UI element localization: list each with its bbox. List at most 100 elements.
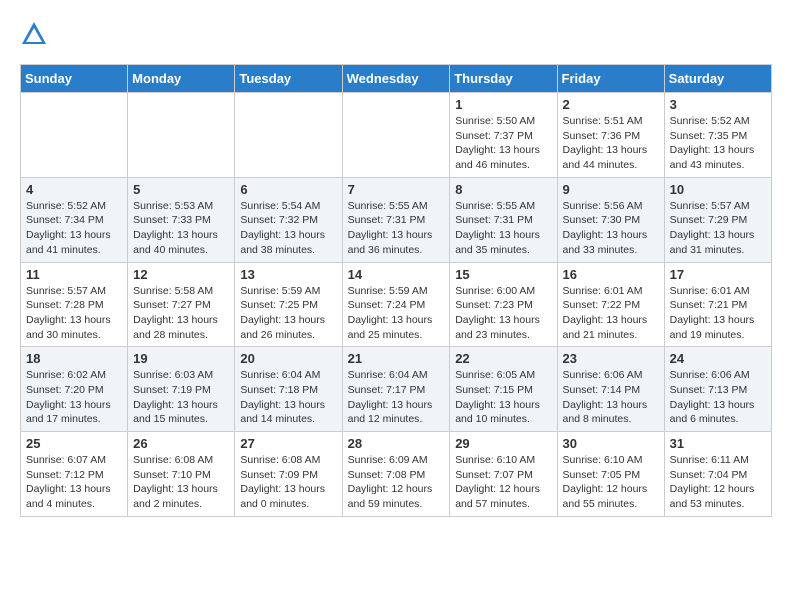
- weekday-header-tuesday: Tuesday: [235, 65, 342, 93]
- day-cell: 19 Sunrise: 6:03 AMSunset: 7:19 PMDayligh…: [128, 347, 235, 432]
- day-number: 2: [563, 97, 659, 112]
- weekday-header-row: SundayMondayTuesdayWednesdayThursdayFrid…: [21, 65, 772, 93]
- day-info: Sunrise: 6:09 AMSunset: 7:08 PMDaylight:…: [348, 453, 445, 512]
- day-cell: 30 Sunrise: 6:10 AMSunset: 7:05 PMDayligh…: [557, 432, 664, 517]
- day-number: 16: [563, 267, 659, 282]
- weekday-header-monday: Monday: [128, 65, 235, 93]
- day-number: 1: [455, 97, 551, 112]
- day-number: 14: [348, 267, 445, 282]
- day-cell: 12 Sunrise: 5:58 AMSunset: 7:27 PMDayligh…: [128, 262, 235, 347]
- day-cell: 10 Sunrise: 5:57 AMSunset: 7:29 PMDayligh…: [664, 177, 771, 262]
- day-cell: 27 Sunrise: 6:08 AMSunset: 7:09 PMDayligh…: [235, 432, 342, 517]
- week-row-1: 1 Sunrise: 5:50 AMSunset: 7:37 PMDaylight…: [21, 93, 772, 178]
- day-info: Sunrise: 5:56 AMSunset: 7:30 PMDaylight:…: [563, 199, 659, 258]
- day-number: 26: [133, 436, 229, 451]
- day-number: 20: [240, 351, 336, 366]
- day-info: Sunrise: 5:55 AMSunset: 7:31 PMDaylight:…: [455, 199, 551, 258]
- day-info: Sunrise: 6:04 AMSunset: 7:17 PMDaylight:…: [348, 368, 445, 427]
- day-cell: 22Sunrise: 6:05 AMSunset: 7:15 PMDayligh…: [450, 347, 557, 432]
- day-info: Sunrise: 6:03 AMSunset: 7:19 PMDaylight:…: [133, 368, 229, 427]
- day-cell: 2 Sunrise: 5:51 AMSunset: 7:36 PMDaylight…: [557, 93, 664, 178]
- weekday-header-wednesday: Wednesday: [342, 65, 450, 93]
- day-info: Sunrise: 6:05 AMSunset: 7:15 PMDaylight:…: [455, 368, 551, 427]
- day-cell: 6Sunrise: 5:54 AMSunset: 7:32 PMDaylight…: [235, 177, 342, 262]
- day-info: Sunrise: 6:08 AMSunset: 7:10 PMDaylight:…: [133, 453, 229, 512]
- day-info: Sunrise: 5:57 AMSunset: 7:29 PMDaylight:…: [670, 199, 766, 258]
- day-number: 10: [670, 182, 766, 197]
- day-cell: 4 Sunrise: 5:52 AMSunset: 7:34 PMDaylight…: [21, 177, 128, 262]
- week-row-5: 25 Sunrise: 6:07 AMSunset: 7:12 PMDayligh…: [21, 432, 772, 517]
- day-info: Sunrise: 6:08 AMSunset: 7:09 PMDaylight:…: [240, 453, 336, 512]
- day-info: Sunrise: 6:10 AMSunset: 7:05 PMDaylight:…: [563, 453, 659, 512]
- weekday-header-sunday: Sunday: [21, 65, 128, 93]
- day-number: 19: [133, 351, 229, 366]
- day-number: 5: [133, 182, 229, 197]
- logo-icon: [20, 20, 48, 48]
- day-number: 15: [455, 267, 551, 282]
- day-cell: 18Sunrise: 6:02 AMSunset: 7:20 PMDayligh…: [21, 347, 128, 432]
- day-cell: 9Sunrise: 5:56 AMSunset: 7:30 PMDaylight…: [557, 177, 664, 262]
- day-info: Sunrise: 6:10 AMSunset: 7:07 PMDaylight:…: [455, 453, 551, 512]
- day-info: Sunrise: 5:51 AMSunset: 7:36 PMDaylight:…: [563, 114, 659, 173]
- day-cell: [235, 93, 342, 178]
- day-info: Sunrise: 5:53 AMSunset: 7:33 PMDaylight:…: [133, 199, 229, 258]
- day-cell: 17 Sunrise: 6:01 AMSunset: 7:21 PMDayligh…: [664, 262, 771, 347]
- day-info: Sunrise: 6:11 AMSunset: 7:04 PMDaylight:…: [670, 453, 766, 512]
- day-number: 3: [670, 97, 766, 112]
- day-number: 4: [26, 182, 122, 197]
- weekday-header-saturday: Saturday: [664, 65, 771, 93]
- day-cell: 21 Sunrise: 6:04 AMSunset: 7:17 PMDayligh…: [342, 347, 450, 432]
- day-info: Sunrise: 6:01 AMSunset: 7:22 PMDaylight:…: [563, 284, 659, 343]
- day-info: Sunrise: 5:58 AMSunset: 7:27 PMDaylight:…: [133, 284, 229, 343]
- day-info: Sunrise: 5:50 AMSunset: 7:37 PMDaylight:…: [455, 114, 551, 173]
- day-cell: [342, 93, 450, 178]
- day-info: Sunrise: 5:52 AMSunset: 7:34 PMDaylight:…: [26, 199, 122, 258]
- day-cell: 7 Sunrise: 5:55 AMSunset: 7:31 PMDaylight…: [342, 177, 450, 262]
- day-number: 18: [26, 351, 122, 366]
- day-info: Sunrise: 5:55 AMSunset: 7:31 PMDaylight:…: [348, 199, 445, 258]
- day-number: 30: [563, 436, 659, 451]
- logo: [20, 20, 52, 48]
- day-cell: 11 Sunrise: 5:57 AMSunset: 7:28 PMDayligh…: [21, 262, 128, 347]
- day-number: 21: [348, 351, 445, 366]
- day-cell: [128, 93, 235, 178]
- day-number: 27: [240, 436, 336, 451]
- day-info: Sunrise: 6:04 AMSunset: 7:18 PMDaylight:…: [240, 368, 336, 427]
- day-cell: 5 Sunrise: 5:53 AMSunset: 7:33 PMDaylight…: [128, 177, 235, 262]
- day-number: 13: [240, 267, 336, 282]
- day-cell: 23 Sunrise: 6:06 AMSunset: 7:14 PMDayligh…: [557, 347, 664, 432]
- page-header: [20, 20, 772, 48]
- day-number: 17: [670, 267, 766, 282]
- day-cell: 14Sunrise: 5:59 AMSunset: 7:24 PMDayligh…: [342, 262, 450, 347]
- day-cell: 31 Sunrise: 6:11 AMSunset: 7:04 PMDayligh…: [664, 432, 771, 517]
- weekday-header-friday: Friday: [557, 65, 664, 93]
- day-number: 28: [348, 436, 445, 451]
- day-cell: 26 Sunrise: 6:08 AMSunset: 7:10 PMDayligh…: [128, 432, 235, 517]
- day-cell: 29Sunrise: 6:10 AMSunset: 7:07 PMDayligh…: [450, 432, 557, 517]
- day-info: Sunrise: 5:57 AMSunset: 7:28 PMDaylight:…: [26, 284, 122, 343]
- weekday-header-thursday: Thursday: [450, 65, 557, 93]
- day-cell: 15Sunrise: 6:00 AMSunset: 7:23 PMDayligh…: [450, 262, 557, 347]
- day-cell: [21, 93, 128, 178]
- day-number: 25: [26, 436, 122, 451]
- day-info: Sunrise: 6:01 AMSunset: 7:21 PMDaylight:…: [670, 284, 766, 343]
- day-info: Sunrise: 6:06 AMSunset: 7:13 PMDaylight:…: [670, 368, 766, 427]
- day-cell: 1 Sunrise: 5:50 AMSunset: 7:37 PMDaylight…: [450, 93, 557, 178]
- week-row-2: 4 Sunrise: 5:52 AMSunset: 7:34 PMDaylight…: [21, 177, 772, 262]
- day-info: Sunrise: 6:06 AMSunset: 7:14 PMDaylight:…: [563, 368, 659, 427]
- day-cell: 3Sunrise: 5:52 AMSunset: 7:35 PMDaylight…: [664, 93, 771, 178]
- day-number: 7: [348, 182, 445, 197]
- calendar-table: SundayMondayTuesdayWednesdayThursdayFrid…: [20, 64, 772, 517]
- day-info: Sunrise: 6:07 AMSunset: 7:12 PMDaylight:…: [26, 453, 122, 512]
- day-number: 23: [563, 351, 659, 366]
- day-cell: 13 Sunrise: 5:59 AMSunset: 7:25 PMDayligh…: [235, 262, 342, 347]
- day-number: 11: [26, 267, 122, 282]
- day-cell: 8Sunrise: 5:55 AMSunset: 7:31 PMDaylight…: [450, 177, 557, 262]
- day-cell: 24Sunrise: 6:06 AMSunset: 7:13 PMDayligh…: [664, 347, 771, 432]
- day-info: Sunrise: 5:59 AMSunset: 7:25 PMDaylight:…: [240, 284, 336, 343]
- day-cell: 16 Sunrise: 6:01 AMSunset: 7:22 PMDayligh…: [557, 262, 664, 347]
- day-number: 12: [133, 267, 229, 282]
- day-number: 31: [670, 436, 766, 451]
- day-cell: 25 Sunrise: 6:07 AMSunset: 7:12 PMDayligh…: [21, 432, 128, 517]
- day-cell: 28 Sunrise: 6:09 AMSunset: 7:08 PMDayligh…: [342, 432, 450, 517]
